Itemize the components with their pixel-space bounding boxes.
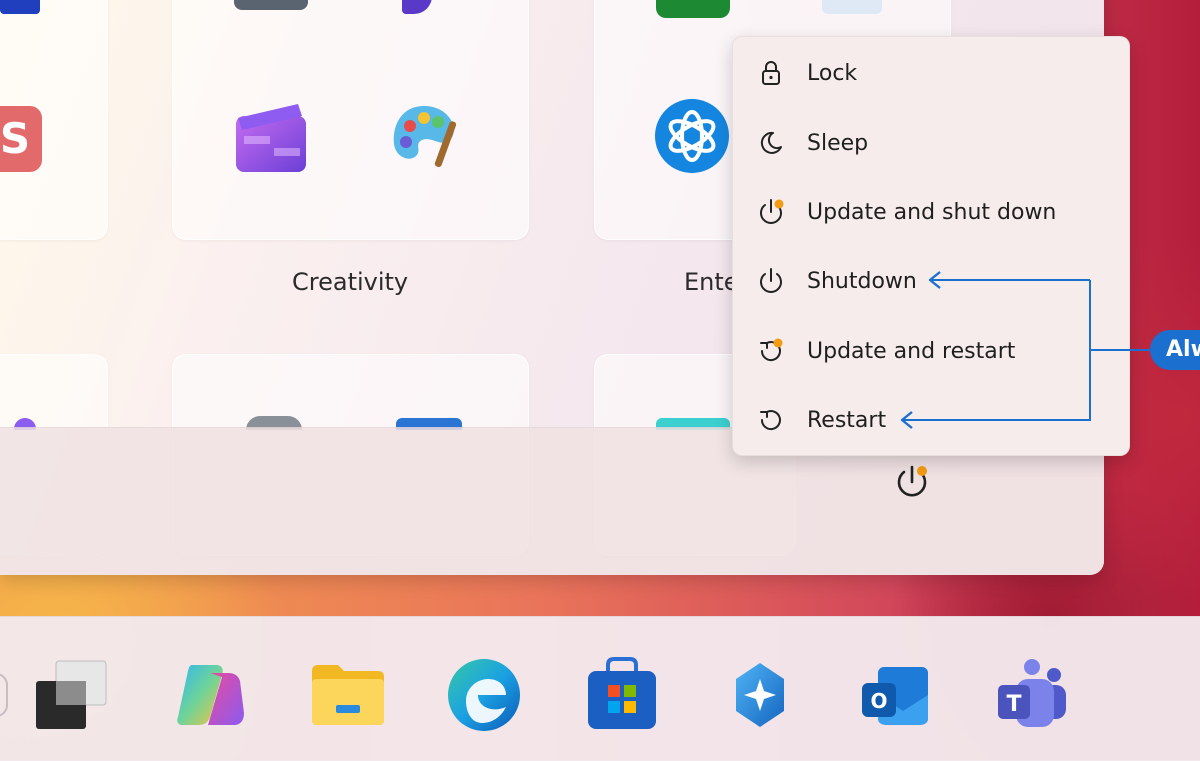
menu-item-label: Update and shut down [807, 199, 1057, 225]
camera-icon[interactable] [234, 0, 308, 10]
power-update-icon [760, 199, 784, 224]
menu-item-label: Sleep [807, 130, 869, 156]
svg-text:T: T [1006, 692, 1021, 717]
copilot-icon[interactable] [172, 657, 248, 733]
annotation-callout: Alw [1150, 330, 1200, 370]
menu-item-shutdown[interactable]: Shutdown [733, 253, 1129, 309]
menu-item-update-shutdown[interactable]: Update and shut down [733, 184, 1129, 240]
file-explorer-icon[interactable] [310, 657, 386, 733]
menu-item-update-restart[interactable]: Update and restart [733, 323, 1129, 379]
copilot-app-icon[interactable] [722, 657, 798, 733]
power-menu: Lock Sleep Update and shut down Shutdown… [732, 36, 1130, 456]
solitaire-icon[interactable] [822, 0, 882, 14]
task-view-icon[interactable] [32, 657, 108, 733]
power-icon [760, 268, 782, 293]
svg-text:O: O [870, 689, 887, 713]
store-icon[interactable] [584, 657, 660, 733]
menu-item-label: Restart [807, 407, 887, 433]
power-button-icon[interactable] [892, 462, 932, 502]
app-icon-partial[interactable] [0, 0, 40, 14]
search-icon[interactable] [0, 673, 8, 717]
taskbar: O T [0, 616, 1200, 761]
menu-item-label: Lock [807, 60, 858, 86]
menu-item-lock[interactable]: Lock [733, 45, 1129, 101]
battlenet-icon[interactable] [654, 98, 730, 174]
app-icon-s[interactable]: S [0, 106, 42, 172]
folder-label-entertainment: Ente [684, 268, 739, 296]
restart-update-icon [760, 338, 783, 362]
lock-icon [762, 61, 780, 85]
clipchamp-icon[interactable] [234, 100, 308, 176]
menu-item-label: Update and restart [807, 338, 1016, 364]
menu-item-sleep[interactable]: Sleep [733, 115, 1129, 171]
edge-icon[interactable] [446, 657, 522, 733]
folder-label-creativity: Creativity [292, 268, 409, 296]
paint-icon[interactable] [388, 100, 464, 176]
folder-tile-creativity[interactable] [172, 0, 529, 240]
teams-icon[interactable]: T [994, 657, 1070, 733]
xbox-icon[interactable] [656, 0, 730, 18]
menu-item-restart[interactable]: Restart [733, 392, 1129, 448]
moon-icon [760, 131, 782, 154]
menu-item-label: Shutdown [807, 268, 917, 294]
outlook-icon[interactable]: O [858, 657, 934, 733]
restart-icon [760, 410, 781, 431]
